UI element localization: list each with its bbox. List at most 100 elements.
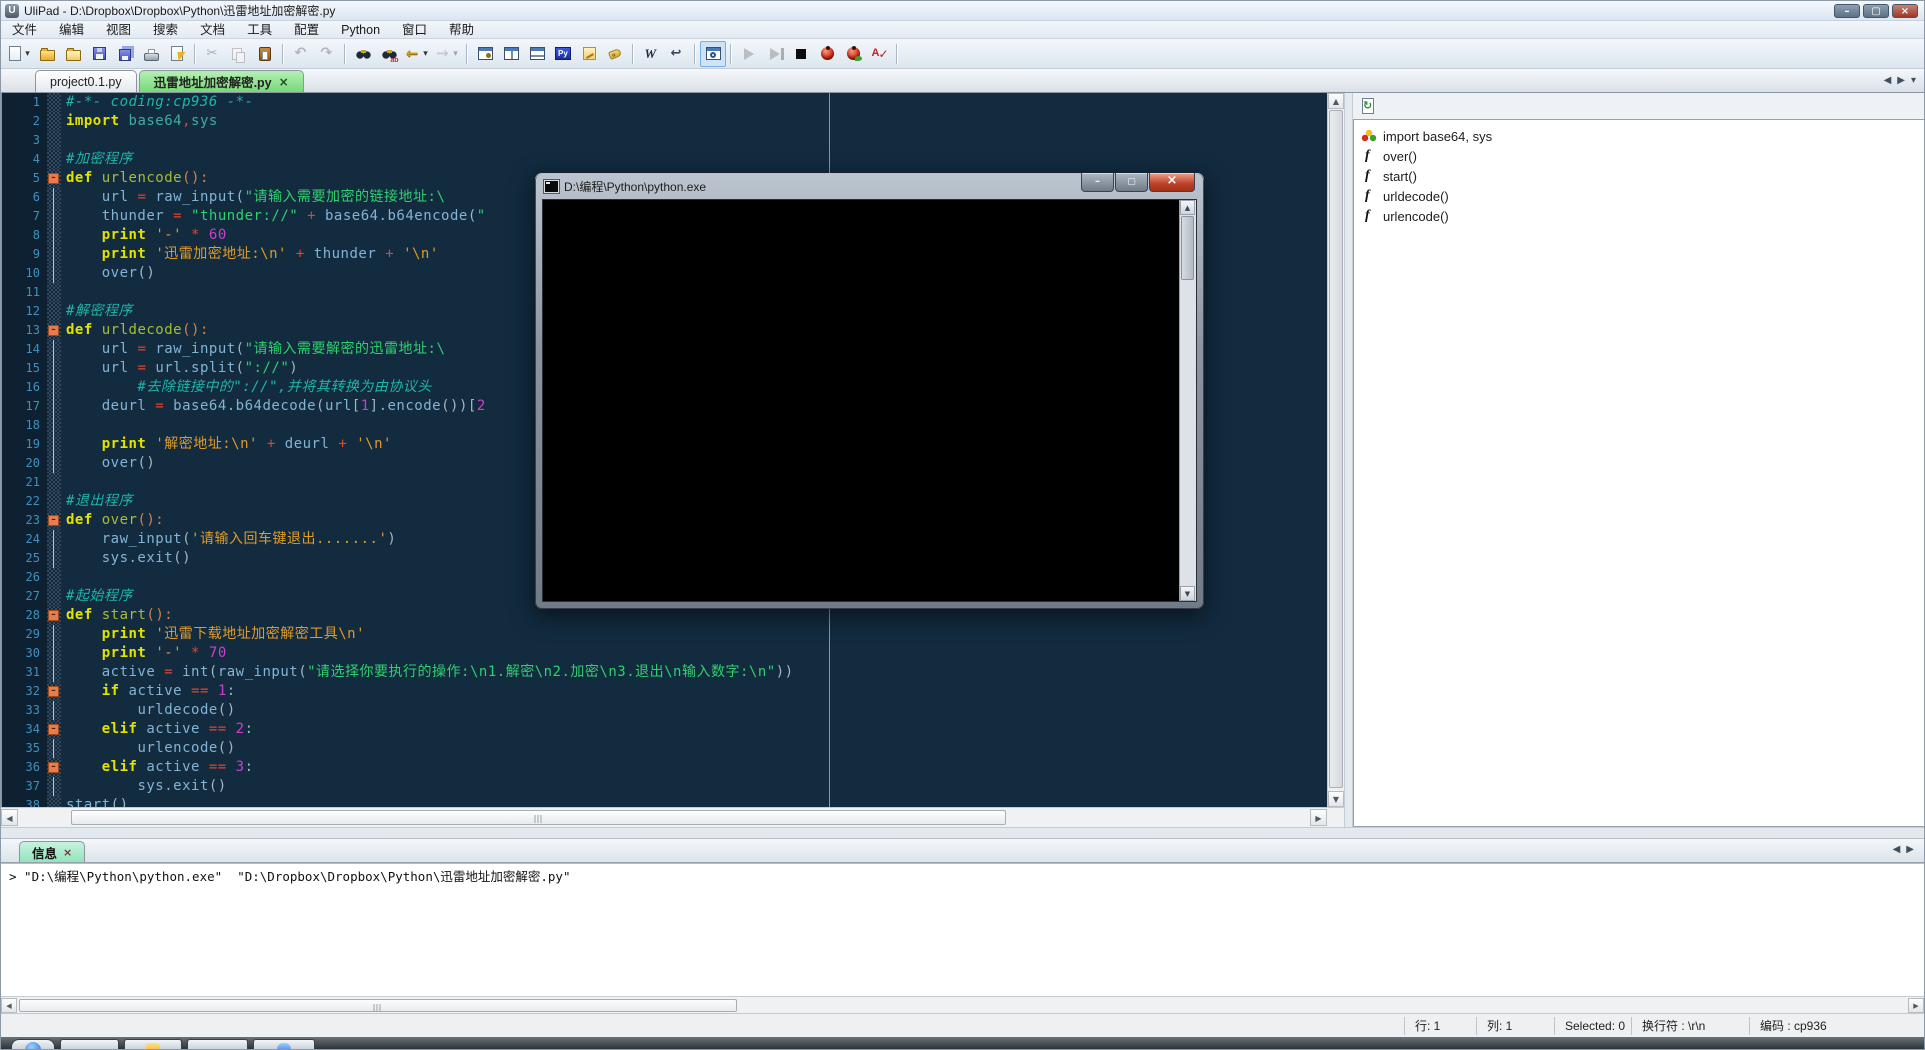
- tab-close-icon[interactable]: ×: [279, 76, 289, 88]
- tab-project01[interactable]: project0.1.py: [35, 70, 137, 92]
- tab-scroll-left-icon[interactable]: [1884, 74, 1892, 88]
- message-output[interactable]: > "D:\编程\Python\python.exe" "D:\Dropbox\…: [1, 863, 1924, 996]
- tab-messages[interactable]: 信息 ×: [19, 841, 86, 862]
- fold-marker[interactable]: [47, 321, 61, 340]
- menu-config[interactable]: 配置: [283, 21, 330, 39]
- fold-marker[interactable]: [47, 720, 61, 739]
- new-file-button[interactable]: [5, 41, 34, 67]
- window-minimize-button[interactable]: –: [1834, 3, 1860, 18]
- menu-python[interactable]: Python: [330, 21, 391, 39]
- tab-thunder-codec[interactable]: 迅雷地址加密解密.py ×: [138, 70, 304, 92]
- print-button[interactable]: [138, 41, 164, 67]
- tab-scroll-right-icon[interactable]: [1897, 74, 1905, 88]
- document-properties-button[interactable]: [472, 41, 498, 67]
- message-scroll-thumb[interactable]: [19, 999, 737, 1012]
- taskbar-app-4[interactable]: [253, 1039, 315, 1049]
- refresh-icon[interactable]: [1358, 96, 1378, 116]
- outline-item[interactable]: urldecode(): [1354, 186, 1924, 206]
- vertical-splitter[interactable]: [1344, 93, 1353, 827]
- code-line[interactable]: 3: [2, 131, 1327, 150]
- message-scroll-left-icon[interactable]: [1893, 843, 1901, 857]
- code-line[interactable]: 4 #加密程序: [2, 150, 1327, 169]
- nav-back-button[interactable]: [402, 41, 432, 67]
- editor-horizontal-scrollbar[interactable]: ◀ ▶: [1, 807, 1344, 827]
- window-close-button[interactable]: ×: [1892, 3, 1918, 18]
- dropdown-arrow-icon[interactable]: [421, 43, 430, 65]
- fold-marker[interactable]: [47, 758, 61, 777]
- outline-item[interactable]: import base64, sys: [1354, 126, 1924, 146]
- title-bar[interactable]: U UliPad - D:\Dropbox\Dropbox\Python\迅雷地…: [1, 1, 1924, 21]
- code-line[interactable]: 32 if active == 1:: [2, 682, 1327, 701]
- taskbar-app-2[interactable]: [124, 1039, 182, 1049]
- replace-button[interactable]: [376, 41, 402, 67]
- paste-button[interactable]: [252, 41, 278, 67]
- message-horizontal-scrollbar[interactable]: ◀ ▶: [1, 996, 1924, 1013]
- open-file-button[interactable]: [34, 41, 60, 67]
- start-orb[interactable]: [11, 1039, 55, 1049]
- taskbar-app-3[interactable]: [187, 1039, 248, 1049]
- code-line[interactable]: 38 start(): [2, 796, 1327, 807]
- scroll-up-icon[interactable]: ▲: [1328, 93, 1344, 109]
- console-title-bar[interactable]: D:\编程\Python\python.exe: [542, 173, 1197, 199]
- split-vertically-button[interactable]: [498, 41, 524, 67]
- menu-edit[interactable]: 编辑: [48, 21, 95, 39]
- messages-window-button[interactable]: [700, 40, 726, 67]
- scroll-down-icon[interactable]: ▼: [1328, 791, 1344, 807]
- message-scrollbar-right-icon[interactable]: ▶: [1908, 998, 1924, 1013]
- bookmarks-button[interactable]: [602, 41, 628, 67]
- console-minimize-button[interactable]: [1081, 173, 1114, 192]
- shell-command-button[interactable]: [164, 41, 190, 67]
- code-line[interactable]: 37 sys.exit(): [2, 777, 1327, 796]
- code-line[interactable]: 35 urlencode(): [2, 739, 1327, 758]
- console-scroll-down-icon[interactable]: ▼: [1180, 586, 1195, 601]
- save-button[interactable]: [86, 41, 112, 67]
- debug-button[interactable]: [814, 41, 840, 67]
- snippets-button[interactable]: [576, 41, 602, 67]
- console-scrollbar[interactable]: ▲ ▼: [1179, 200, 1196, 601]
- code-line[interactable]: 1 #-*- coding:cp936 -*-: [2, 93, 1327, 112]
- horizontal-splitter[interactable]: [1, 827, 1924, 839]
- split-horizontally-button[interactable]: [524, 41, 550, 67]
- message-scrollbar-left-icon[interactable]: ◀: [1, 998, 17, 1013]
- console-maximize-button[interactable]: [1115, 173, 1148, 192]
- word-wrap-button[interactable]: [638, 41, 664, 67]
- outline-item[interactable]: start(): [1354, 166, 1924, 186]
- menu-search[interactable]: 搜索: [142, 21, 189, 39]
- stop-button[interactable]: [788, 41, 814, 67]
- outline-item[interactable]: urlencode(): [1354, 206, 1924, 226]
- menu-window[interactable]: 窗口: [391, 21, 438, 39]
- console-scroll-thumb[interactable]: [1181, 216, 1194, 280]
- message-scroll-right-icon[interactable]: [1906, 843, 1914, 857]
- window-maximize-button[interactable]: ▢: [1863, 3, 1889, 18]
- scroll-left-icon[interactable]: ◀: [1, 809, 18, 826]
- debug-run-button[interactable]: [840, 41, 866, 67]
- console-window[interactable]: D:\编程\Python\python.exe ▲ ▼: [535, 173, 1204, 609]
- python-doc-button[interactable]: [550, 41, 576, 67]
- console-close-button[interactable]: [1149, 173, 1195, 192]
- menu-tools[interactable]: 工具: [236, 21, 283, 39]
- tab-list-icon[interactable]: [1911, 74, 1916, 88]
- spell-check-button[interactable]: [866, 41, 892, 67]
- taskbar-app-1[interactable]: [60, 1039, 119, 1049]
- console-scroll-up-icon[interactable]: ▲: [1180, 200, 1195, 215]
- message-tab-close-icon[interactable]: ×: [63, 847, 72, 858]
- code-line[interactable]: 2 import base64,sys: [2, 112, 1327, 131]
- code-line[interactable]: 33 urldecode(): [2, 701, 1327, 720]
- open-session-button[interactable]: [60, 41, 86, 67]
- code-line[interactable]: 36 elif active == 3:: [2, 758, 1327, 777]
- menu-view[interactable]: 视图: [95, 21, 142, 39]
- editor-vertical-scrollbar[interactable]: ▲ ▼: [1327, 93, 1344, 807]
- save-all-button[interactable]: [112, 41, 138, 67]
- auto-indent-button[interactable]: [664, 41, 690, 67]
- code-line[interactable]: 29 print '迅雷下载地址加密解密工具\n': [2, 625, 1327, 644]
- code-line[interactable]: 34 elif active == 2:: [2, 720, 1327, 739]
- menu-help[interactable]: 帮助: [438, 21, 485, 39]
- code-line[interactable]: 30 print '-' * 70: [2, 644, 1327, 663]
- scroll-right-icon[interactable]: ▶: [1310, 809, 1327, 826]
- menu-file[interactable]: 文件: [1, 21, 48, 39]
- console-output[interactable]: [543, 200, 1179, 601]
- fold-marker[interactable]: [47, 511, 61, 530]
- fold-marker[interactable]: [47, 606, 61, 625]
- vertical-scroll-thumb[interactable]: [1329, 110, 1343, 788]
- dropdown-arrow-icon[interactable]: [23, 43, 32, 65]
